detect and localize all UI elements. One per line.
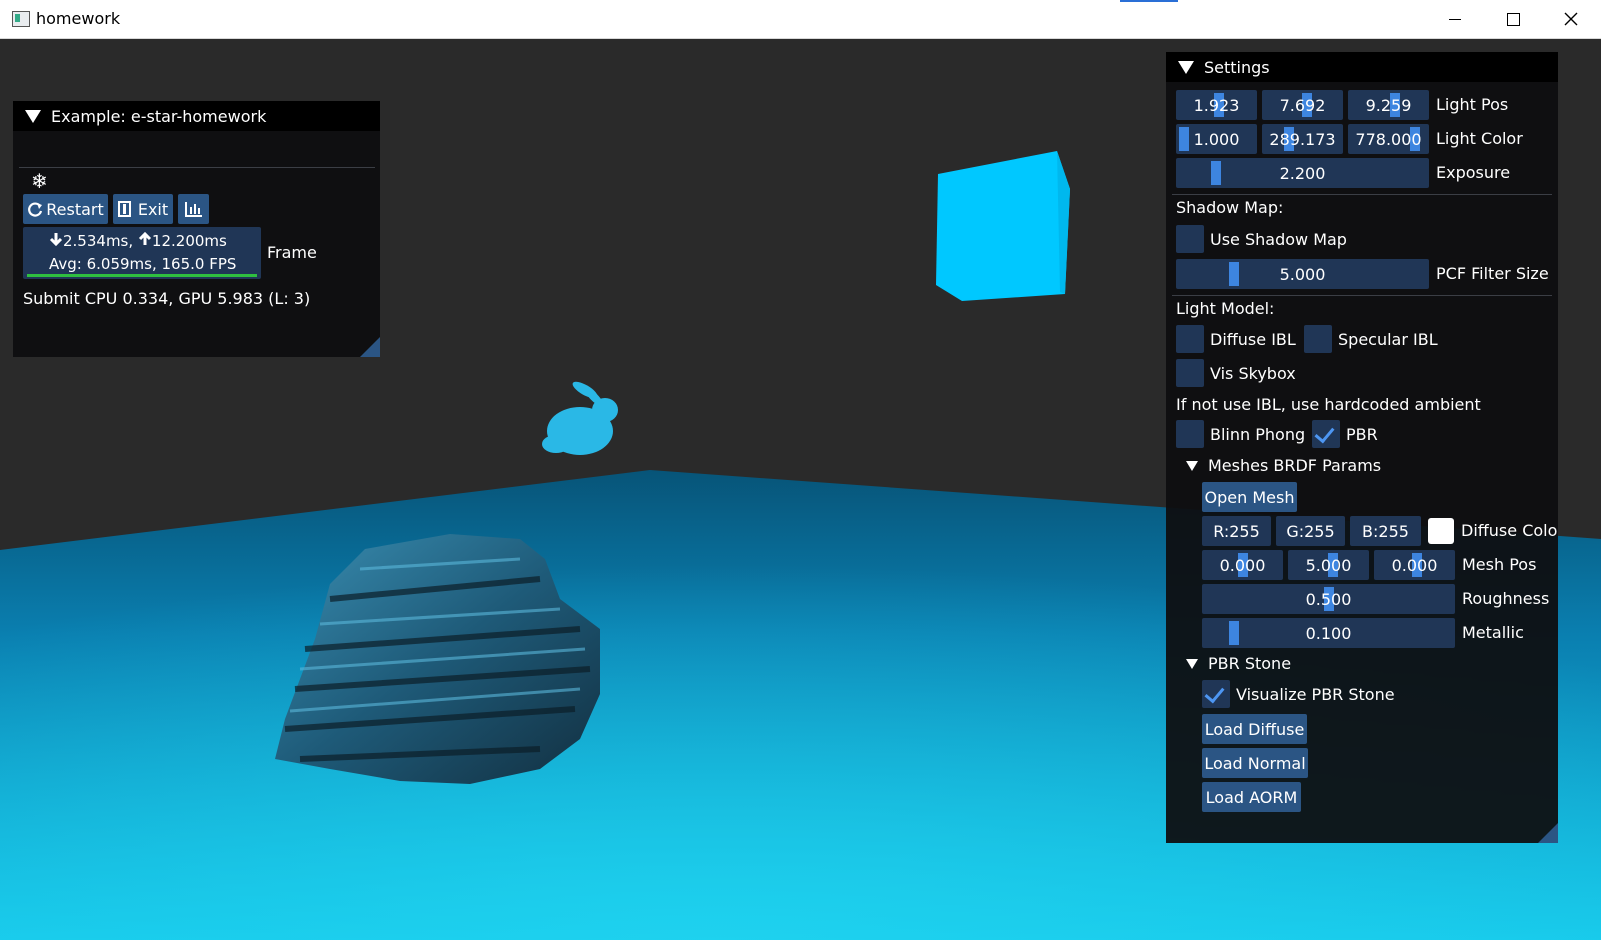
bar-chart-icon	[184, 202, 202, 217]
arrow-down-icon	[49, 233, 63, 247]
open-mesh-button[interactable]: Open Mesh	[1202, 482, 1297, 512]
diffuse-color-label: Diffuse Colo	[1461, 521, 1558, 540]
snowflake-icon[interactable]: ❄	[31, 169, 48, 193]
pcf-filter-size-label: PCF Filter Size	[1436, 264, 1549, 283]
diffuse-color-swatch[interactable]	[1428, 518, 1454, 544]
light-pos-x-field[interactable]: 1.923	[1176, 90, 1257, 120]
pcf-filter-size-slider[interactable]: 5.000	[1176, 259, 1429, 289]
exit-icon	[117, 201, 131, 217]
collapse-arrow-icon	[1186, 658, 1198, 669]
shadow-map-header: Shadow Map:	[1176, 198, 1284, 217]
checkmark-icon	[1204, 682, 1225, 704]
collapse-arrow-icon[interactable]	[1178, 60, 1194, 74]
settings-panel-title-bar[interactable]: Settings	[1166, 52, 1558, 82]
frame-time-min: 2.534ms,	[63, 232, 134, 250]
frame-time-max: 12.200ms	[151, 232, 227, 250]
light-color-b-field[interactable]: 778.000	[1348, 124, 1429, 154]
load-diffuse-button[interactable]: Load Diffuse	[1202, 714, 1307, 744]
visualize-pbr-stone-label: Visualize PBR Stone	[1236, 685, 1395, 704]
exit-button[interactable]: Exit	[113, 194, 173, 224]
submit-stats-text: Submit CPU 0.334, GPU 5.983 (L: 3)	[23, 289, 311, 308]
vis-skybox-label: Vis Skybox	[1210, 364, 1296, 383]
maximize-button[interactable]	[1484, 0, 1542, 38]
use-shadow-map-checkbox[interactable]	[1176, 225, 1204, 253]
render-viewport[interactable]: Example: e-star-homework ❄ Restart Exit …	[0, 39, 1601, 940]
collapse-arrow-icon[interactable]	[25, 109, 41, 123]
app-icon	[12, 11, 30, 27]
mesh-pos-y-field[interactable]: 5.000	[1288, 550, 1369, 580]
resize-grip[interactable]	[1538, 823, 1558, 843]
example-divider	[19, 167, 375, 168]
frame-progress-bar	[27, 274, 257, 277]
light-pos-y-field[interactable]: 7.692	[1262, 90, 1343, 120]
exposure-label: Exposure	[1436, 163, 1511, 182]
frame-times-line: 2.534ms, 12.200ms	[49, 231, 227, 250]
vis-skybox-checkbox[interactable]	[1176, 359, 1204, 387]
frame-stats-box: 2.534ms, 12.200ms Avg: 6.059ms, 165.0 FP…	[23, 227, 261, 279]
frame-avg-line: Avg: 6.059ms, 165.0 FPS	[49, 255, 237, 273]
minimize-button[interactable]	[1426, 0, 1484, 38]
pbr-label: PBR	[1346, 425, 1378, 444]
pbr-stone-header[interactable]: PBR Stone	[1186, 654, 1291, 673]
collapse-arrow-icon	[1186, 460, 1198, 471]
blinn-phong-label: Blinn Phong	[1210, 425, 1306, 444]
meshes-brdf-header[interactable]: Meshes BRDF Params	[1186, 456, 1381, 475]
scene-cube	[936, 151, 1070, 301]
restart-icon	[28, 202, 43, 217]
window-titlebar: homework	[0, 0, 1601, 39]
load-normal-button[interactable]: Load Normal	[1202, 748, 1308, 778]
frame-label: Frame	[267, 243, 317, 262]
roughness-label: Roughness	[1462, 589, 1550, 608]
light-color-g-field[interactable]: 289.173	[1262, 124, 1343, 154]
divider	[1172, 295, 1552, 296]
example-panel: Example: e-star-homework ❄ Restart Exit …	[13, 101, 380, 357]
close-icon	[1564, 12, 1578, 26]
settings-panel: Settings 1.923 7.692 9.259 Light Pos 1.0…	[1166, 52, 1558, 843]
divider	[1172, 194, 1552, 195]
restart-label: Restart	[46, 199, 104, 219]
roughness-slider[interactable]: 0.500	[1202, 584, 1455, 614]
maximize-icon	[1506, 12, 1520, 26]
example-panel-title: Example: e-star-homework	[51, 106, 267, 126]
light-pos-label: Light Pos	[1436, 95, 1509, 114]
example-panel-title-bar[interactable]: Example: e-star-homework	[13, 101, 380, 131]
blinn-phong-checkbox[interactable]	[1176, 420, 1204, 448]
pbr-checkbox[interactable]	[1312, 420, 1340, 448]
light-model-header: Light Model:	[1176, 299, 1275, 318]
resize-grip[interactable]	[360, 337, 380, 357]
minimize-icon	[1449, 18, 1461, 20]
arrow-up-icon	[138, 231, 151, 245]
mesh-pos-label: Mesh Pos	[1462, 555, 1537, 574]
light-color-label: Light Color	[1436, 129, 1523, 148]
light-color-r-field[interactable]: 1.000	[1176, 124, 1257, 154]
close-button[interactable]	[1542, 0, 1600, 38]
stats-button[interactable]	[178, 194, 209, 224]
load-aorm-button[interactable]: Load AORM	[1202, 782, 1301, 812]
restart-button[interactable]: Restart	[23, 194, 108, 224]
exit-label: Exit	[137, 199, 169, 219]
diffuse-ibl-label: Diffuse IBL	[1210, 330, 1296, 349]
settings-panel-title: Settings	[1204, 57, 1270, 77]
metallic-slider[interactable]: 0.100	[1202, 618, 1455, 648]
checkmark-icon	[1314, 422, 1335, 444]
visualize-pbr-stone-checkbox[interactable]	[1202, 680, 1230, 708]
diffuse-ibl-checkbox[interactable]	[1176, 325, 1204, 353]
diffuse-color-g-field[interactable]: G:255	[1276, 516, 1345, 546]
light-pos-z-field[interactable]: 9.259	[1348, 90, 1429, 120]
metallic-label: Metallic	[1462, 623, 1524, 642]
diffuse-color-b-field[interactable]: B:255	[1350, 516, 1421, 546]
mesh-pos-z-field[interactable]: 0.000	[1374, 550, 1455, 580]
use-shadow-map-label: Use Shadow Map	[1210, 230, 1347, 249]
ibl-note-text: If not use IBL, use hardcoded ambient	[1176, 395, 1481, 414]
diffuse-color-r-field[interactable]: R:255	[1202, 516, 1271, 546]
specular-ibl-checkbox[interactable]	[1304, 325, 1332, 353]
exposure-slider[interactable]: 2.200	[1176, 158, 1429, 188]
specular-ibl-label: Specular IBL	[1338, 330, 1438, 349]
mesh-pos-x-field[interactable]: 0.000	[1202, 550, 1283, 580]
window-title: homework	[36, 9, 121, 28]
titlebar-accent	[1120, 0, 1178, 2]
